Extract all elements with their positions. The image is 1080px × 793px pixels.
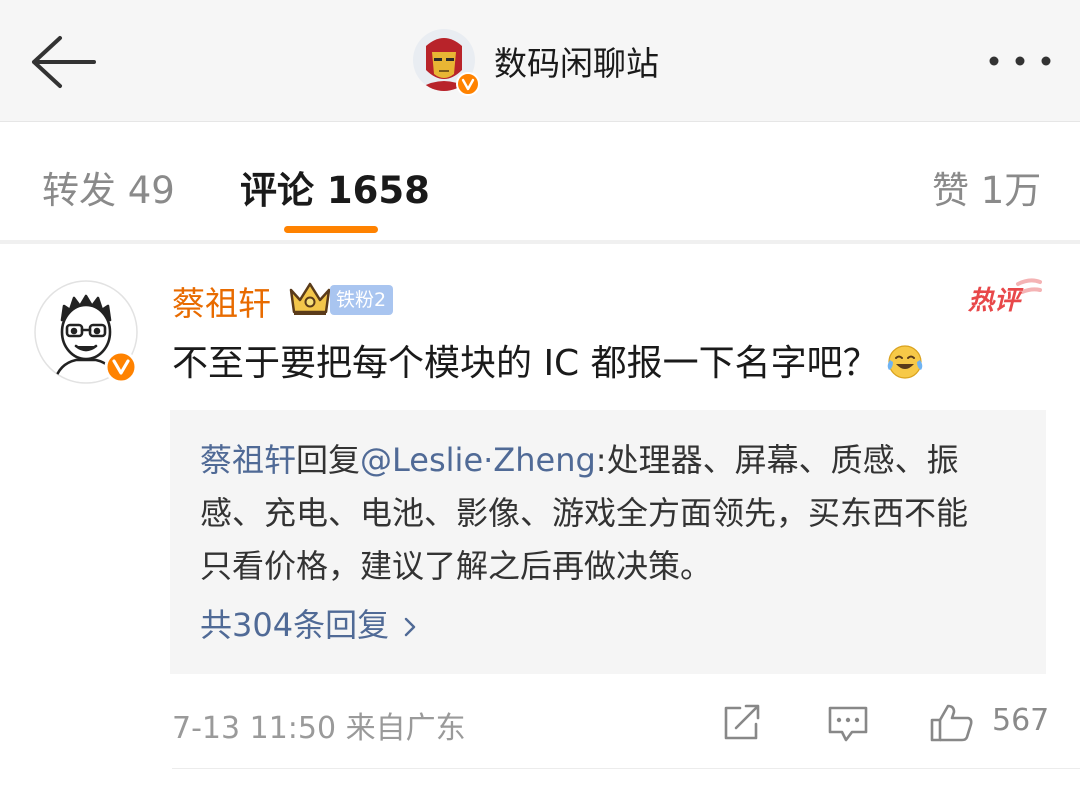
verified-badge-icon xyxy=(456,72,480,96)
reply-verb: 回复 xyxy=(296,441,361,479)
commenter-name[interactable]: 蔡祖轩 xyxy=(172,277,271,325)
reply-preview[interactable]: 蔡祖轩回复@Leslie·Zheng:处理器、屏幕、质感、振感、充电、电池、影像… xyxy=(170,410,1046,674)
tab-bar: 转发 49 评论 1658 赞 1万 xyxy=(0,122,1080,240)
comment-text: 不至于要把每个模块的 IC 都报一下名字吧？ xyxy=(172,343,879,384)
more-dots-icon[interactable] xyxy=(984,44,1056,78)
reply-author[interactable]: 蔡祖轩 xyxy=(200,441,296,479)
reply-count-label: 共304条回复 xyxy=(200,606,390,644)
tab-reposts[interactable]: 转发 49 xyxy=(42,160,175,214)
comment-icon[interactable] xyxy=(826,702,870,744)
tab-likes[interactable]: 赞 1万 xyxy=(932,160,1041,214)
account-header[interactable]: 数码闲聊站 xyxy=(412,28,659,96)
thumbs-up-icon[interactable] xyxy=(928,702,976,744)
view-replies-link[interactable]: 共304条回复 xyxy=(200,600,417,646)
section-divider xyxy=(0,240,1080,244)
like-count: 567 xyxy=(992,703,1050,738)
account-avatar[interactable] xyxy=(412,28,480,96)
hot-comment-tag: 热评 xyxy=(967,278,1042,316)
verified-badge-icon xyxy=(104,350,138,384)
reply-mention[interactable]: @Leslie·Zheng xyxy=(360,441,596,479)
share-icon[interactable] xyxy=(720,702,764,744)
chevron-right-icon xyxy=(404,617,416,637)
top-bar: 数码闲聊站 xyxy=(0,0,1080,122)
hot-tag-label: 热评 xyxy=(967,286,1024,316)
account-name[interactable]: 数码闲聊站 xyxy=(494,37,659,85)
fan-level-badge: 铁粉2 xyxy=(330,285,394,315)
reply-text-block: 蔡祖轩回复@Leslie·Zheng:处理器、屏幕、质感、振感、充电、电池、影像… xyxy=(200,434,990,593)
back-arrow-icon[interactable] xyxy=(24,30,98,94)
comment-timestamp-location: 7-13 11:50 来自广东 xyxy=(172,711,466,746)
tab-comments[interactable]: 评论 1658 xyxy=(240,160,430,214)
active-tab-indicator xyxy=(284,226,378,233)
comment-body: 不至于要把每个模块的 IC 都报一下名字吧？ xyxy=(172,334,925,386)
crown-icon xyxy=(289,282,331,315)
comment-divider xyxy=(172,768,1080,769)
laughing-crying-emoji-icon xyxy=(887,345,922,379)
commenter-avatar[interactable] xyxy=(34,280,138,384)
